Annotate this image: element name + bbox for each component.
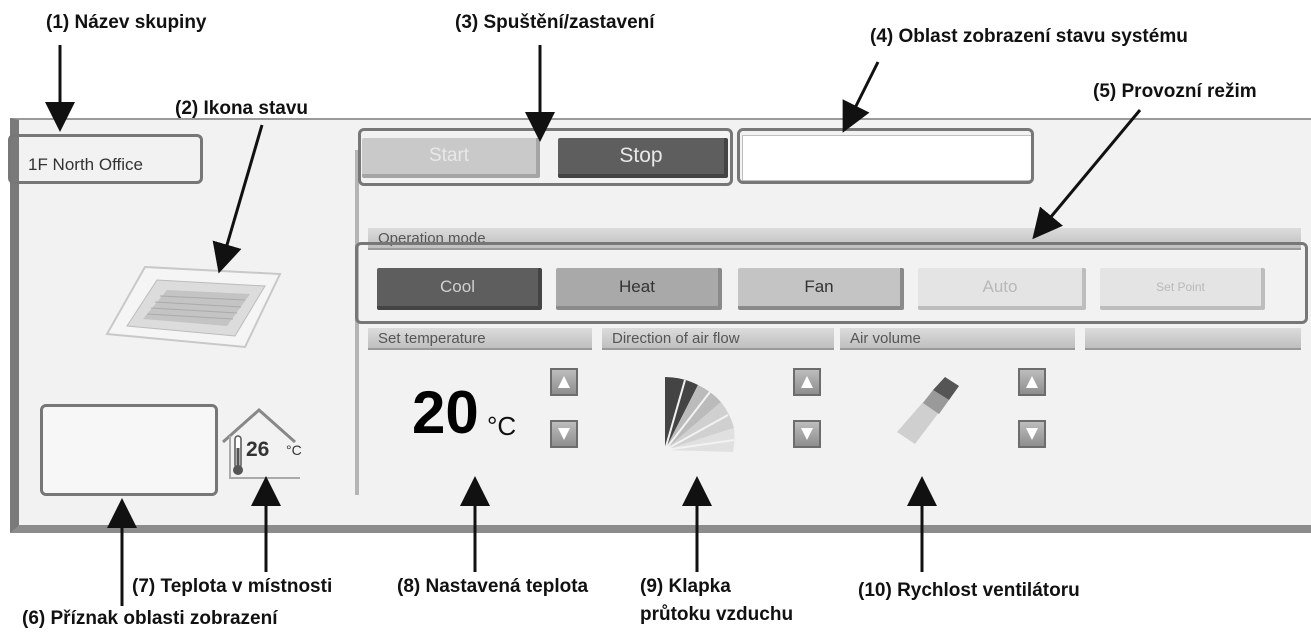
annotation-arrows	[45, 45, 1142, 606]
